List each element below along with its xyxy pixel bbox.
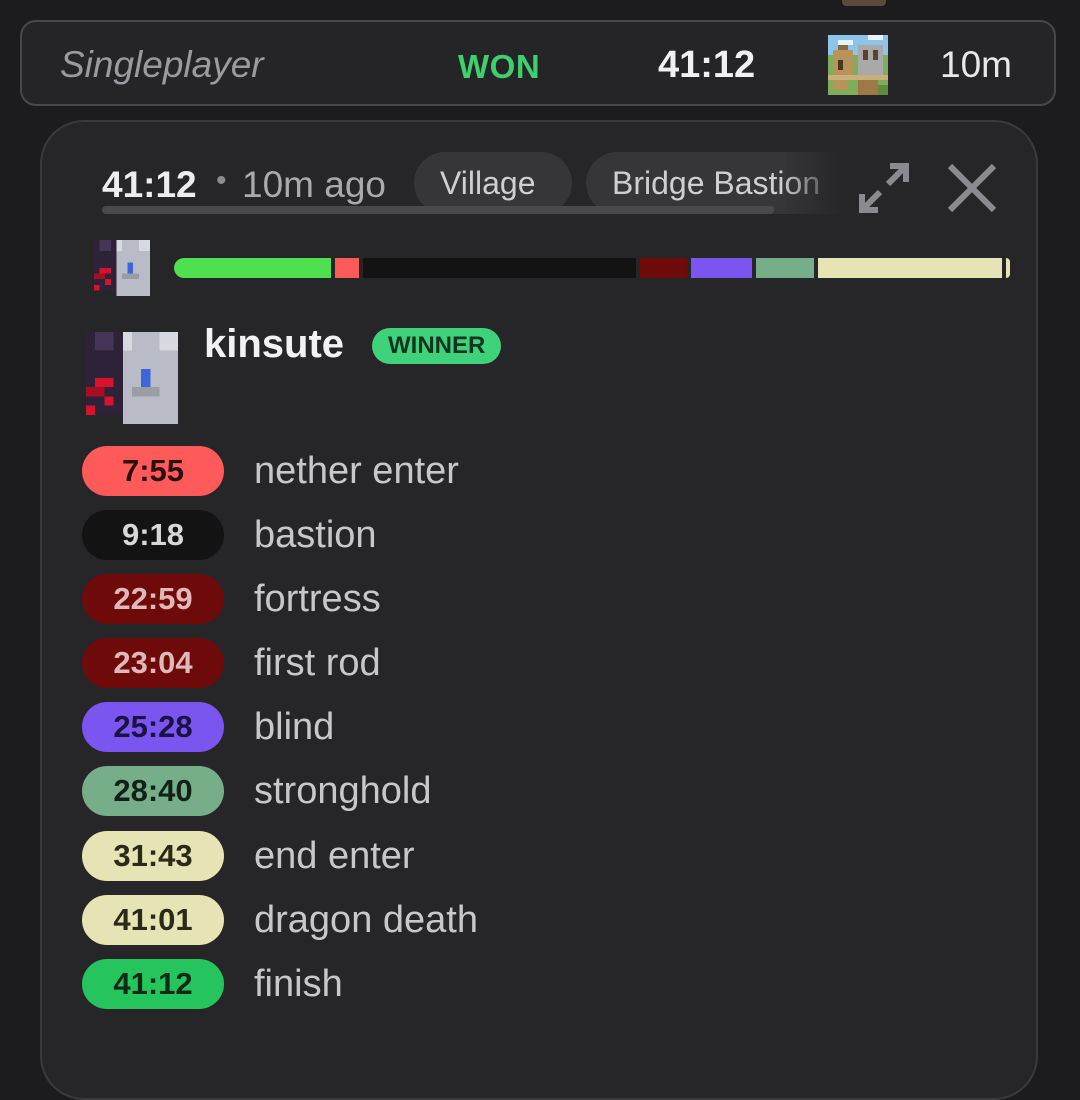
split-label: finish [254,963,343,1005]
split-time-pill: 31:43 [82,831,224,881]
split-label: bastion [254,514,377,556]
split-row: 25:28 blind [82,702,782,754]
winner-badge: WINNER [372,328,502,364]
split-row: 23:04 first rod [82,638,782,690]
split-label: fortress [254,578,381,620]
match-result: WON [458,48,541,85]
match-mode: Singleplayer [60,44,264,85]
pixel-cat-avatar-icon [94,240,150,296]
player-name[interactable]: kinsute [204,322,344,367]
split-row: 28:40 stronghold [82,766,782,818]
expand-arrows-icon[interactable] [854,158,914,218]
header-fade-overlay [782,152,842,216]
split-label: first rod [254,642,381,684]
split-time-pill: 9:18 [82,510,224,560]
detail-header-scroller[interactable]: 41:12 • 10m ago Village Bridge Bastion [102,152,842,216]
split-label: end enter [254,835,415,877]
detail-time: 41:12 [102,164,197,205]
split-row: 31:43 end enter [82,831,782,883]
village-thumbnail-icon [828,35,888,95]
match-summary-row[interactable]: Singleplayer WON 41:12 10m [20,20,1056,106]
timeline-segment [1006,258,1010,278]
split-label: blind [254,706,335,748]
previous-row-thumbnail-edge [842,0,886,6]
split-time-pill: 7:55 [82,446,224,496]
split-row: 9:18 bastion [82,510,782,562]
timeline-segment [174,258,331,278]
header-scrollbar[interactable] [102,206,774,214]
split-label: nether enter [254,450,459,492]
split-time-pill: 25:28 [82,702,224,752]
timeline-segment [690,258,752,278]
split-label: dragon death [254,899,478,941]
split-row: 41:12 finish [82,959,782,1011]
detail-time-ago: 10m ago [242,164,386,205]
split-label: stronghold [254,770,432,812]
timeline-segment [334,258,359,278]
match-detail-card: 41:12 • 10m ago Village Bridge Bastion k… [40,120,1038,1100]
split-timeline-bar [174,258,1010,278]
timeline-segment [755,258,814,278]
timeline-segment [817,258,1003,278]
detail-separator: • [216,164,227,197]
match-time-ago: 10m [940,44,1012,85]
split-time-pill: 22:59 [82,574,224,624]
pixel-cat-avatar-icon [86,332,178,424]
timeline-segment [362,258,637,278]
split-row: 22:59 fortress [82,574,782,626]
close-icon[interactable] [944,160,1000,216]
split-row: 41:01 dragon death [82,895,782,947]
split-time-pill: 23:04 [82,638,224,688]
split-time-pill: 41:01 [82,895,224,945]
split-time-pill: 28:40 [82,766,224,816]
timeline-segment [642,258,687,278]
split-row: 7:55 nether enter [82,446,782,498]
split-time-pill: 41:12 [82,959,224,1009]
tag-chip-village[interactable]: Village [414,152,572,214]
match-time: 41:12 [658,44,756,86]
